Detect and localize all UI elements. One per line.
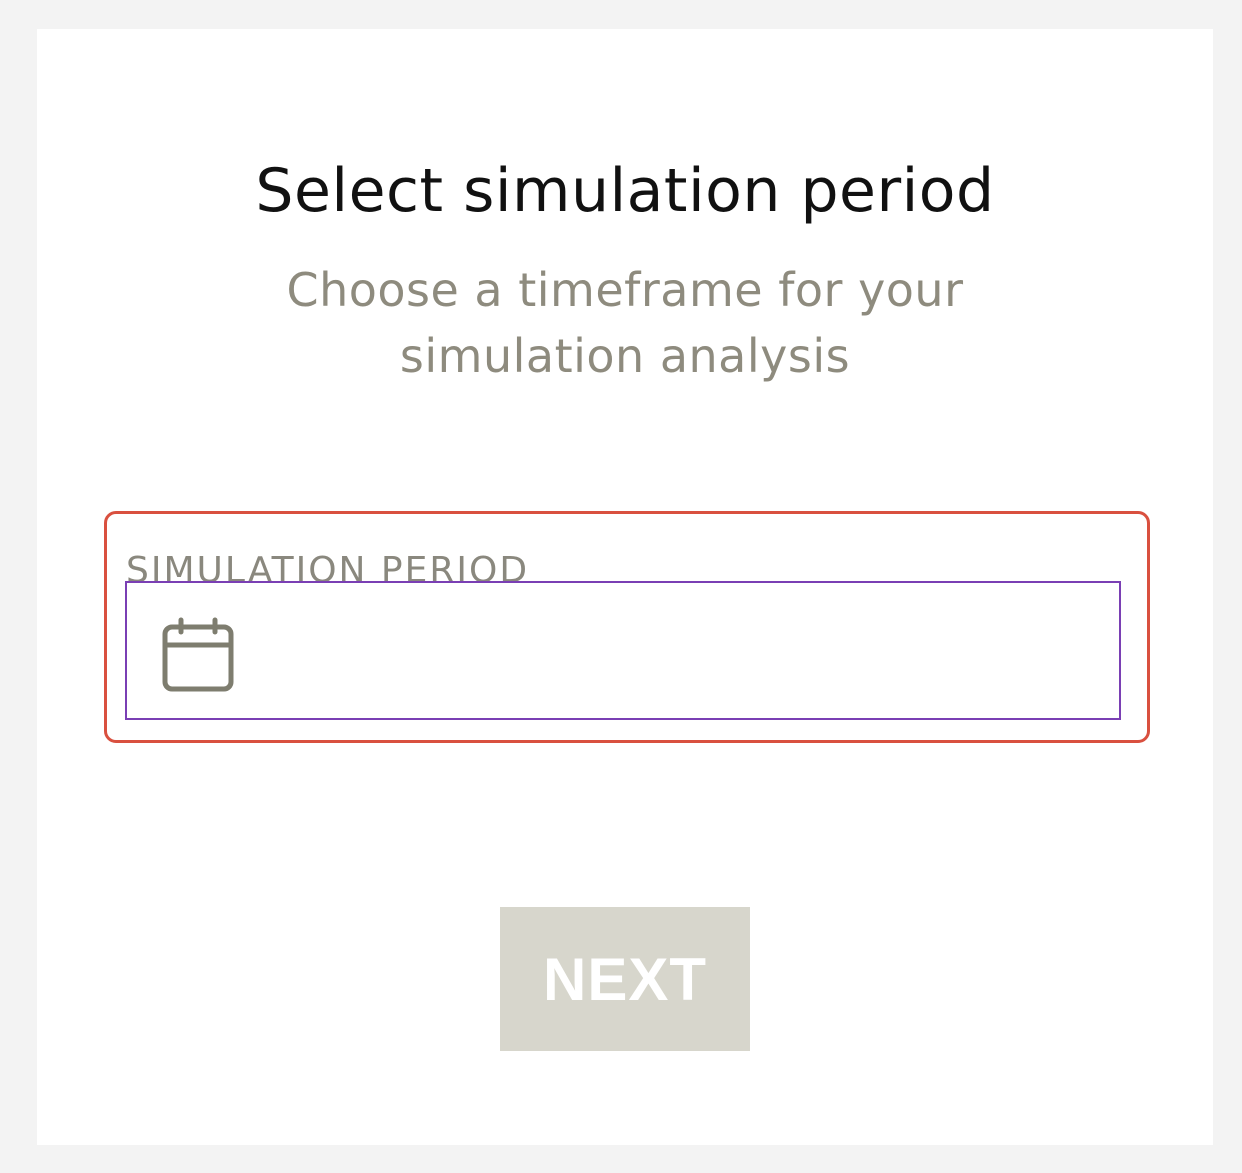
simulation-period-input[interactable] — [125, 581, 1121, 720]
page-title: Select simulation period — [255, 156, 995, 226]
calendar-icon[interactable] — [161, 617, 237, 693]
next-button[interactable]: NEXT — [500, 907, 750, 1051]
period-card: Select simulation period Choose a timefr… — [37, 29, 1213, 1145]
page-subtitle: Choose a timeframe for your simulation a… — [286, 263, 964, 383]
